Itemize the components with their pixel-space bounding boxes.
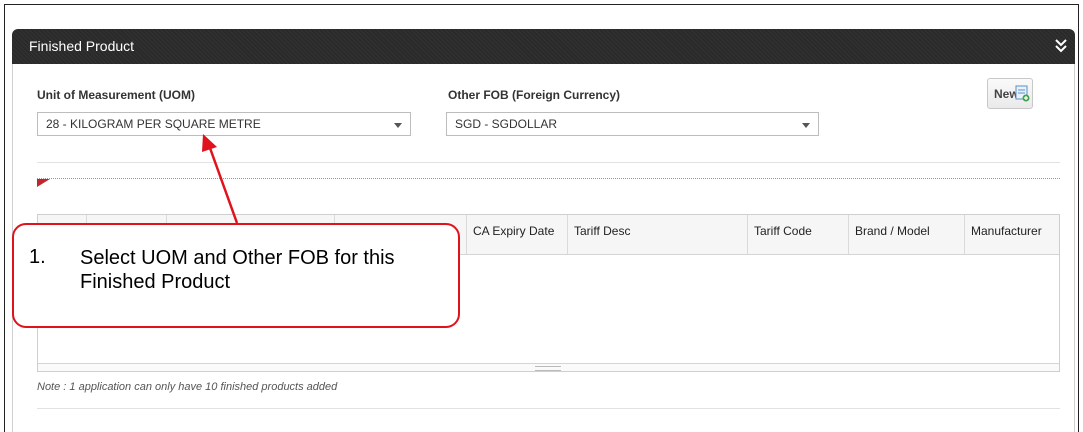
new-document-icon <box>1015 85 1030 102</box>
chevron-down-icon <box>802 123 810 128</box>
fob-label: Other FOB (Foreign Currency) <box>448 88 621 102</box>
instruction-callout: 1. Select UOM and Other FOB for this Fin… <box>12 223 460 328</box>
chevron-down-icon <box>394 123 402 128</box>
column-header-tariff-desc[interactable]: Tariff Desc <box>567 215 747 254</box>
grid-resize-bar[interactable] <box>38 363 1059 371</box>
fob-selected-value: SGD - SGDOLLAR <box>455 117 558 131</box>
column-header-brand-model[interactable]: Brand / Model <box>848 215 964 254</box>
dotted-divider <box>37 178 1060 179</box>
column-header-tariff-code[interactable]: Tariff Code <box>747 215 848 254</box>
column-header-ca-expiry-date[interactable]: CA Expiry Date <box>466 215 567 254</box>
panel-header[interactable]: Finished Product <box>12 29 1075 64</box>
callout-number: 1. <box>29 246 46 268</box>
double-chevron-down-icon[interactable] <box>1053 37 1069 55</box>
callout-text: Select UOM and Other FOB for this Finish… <box>80 247 395 293</box>
uom-select[interactable]: 28 - KILOGRAM PER SQUARE METRE <box>37 112 411 136</box>
uom-label: Unit of Measurement (UOM) <box>37 88 196 102</box>
note-text: Note : 1 application can only have 10 fi… <box>37 381 338 393</box>
new-button[interactable]: New <box>987 78 1033 109</box>
panel-title: Finished Product <box>29 38 135 54</box>
resize-grip-icon[interactable] <box>535 366 561 371</box>
fob-select[interactable]: SGD - SGDOLLAR <box>446 112 819 136</box>
column-header-manufacturer[interactable]: Manufacturer <box>964 215 1059 254</box>
flag-icon <box>37 179 50 187</box>
uom-selected-value: 28 - KILOGRAM PER SQUARE METRE <box>46 117 261 131</box>
divider <box>37 162 1060 163</box>
divider <box>37 408 1060 409</box>
